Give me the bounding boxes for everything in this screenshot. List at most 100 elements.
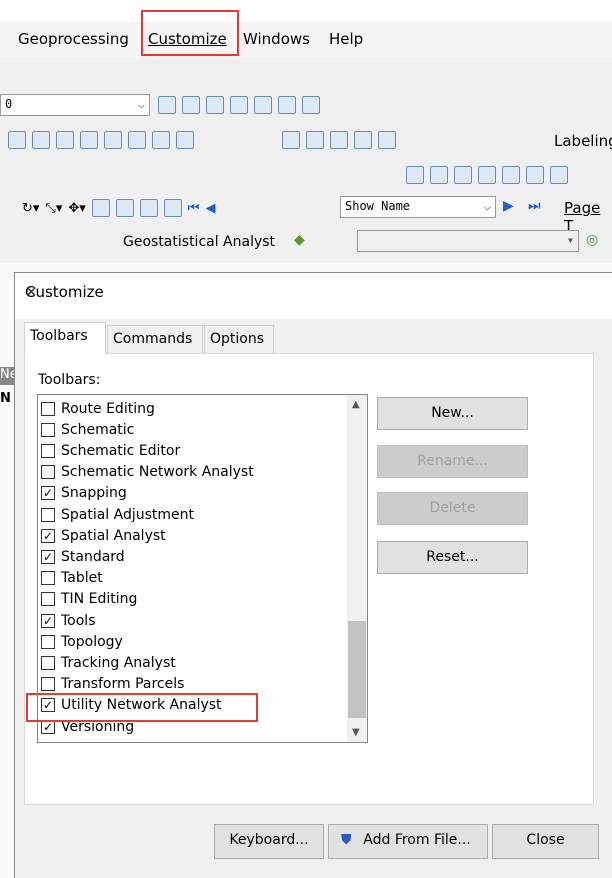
list-item[interactable]: Tablet [41,568,103,589]
list-item[interactable]: ✓ Spatial Analyst [41,525,166,546]
rotate-icon[interactable]: ↻▾ [22,201,39,216]
checkbox[interactable] [41,443,55,458]
menu-windows[interactable]: Windows [243,30,310,48]
edit-icon[interactable] [158,96,176,114]
list-item[interactable]: Schematic Editor [41,440,180,461]
grid-icon[interactable] [163,199,182,217]
checkbox[interactable] [41,422,55,437]
draw-icon[interactable] [91,199,110,217]
checkbox[interactable]: ✓ [41,613,55,628]
list-item[interactable]: Schematic Network Analyst [41,462,254,483]
list-item[interactable]: Tracking Analyst [41,652,176,673]
toolbars-list[interactable]: Route Editing Schematic Schematic Editor Sc… [37,394,368,743]
checkbox[interactable] [41,465,55,480]
html-popup-icon[interactable] [32,131,50,149]
list-item[interactable]: Transform Parcels [41,674,184,695]
toolbox-icon[interactable] [254,96,272,114]
list-item[interactable]: ✓ Standard [41,546,125,567]
full-extent-icon[interactable] [478,166,496,184]
checkbox[interactable]: ✓ [41,486,55,501]
fixed-zoom-in-icon[interactable] [526,166,544,184]
scrollbar-thumb[interactable] [348,621,366,718]
fixed-zoom-out-icon[interactable] [550,166,568,184]
add-from-file-button[interactable]: ⛊ Add From File... [328,824,488,859]
pan-icon[interactable] [454,166,472,184]
checkbox[interactable] [41,571,55,586]
customize-highlight [141,10,239,56]
measure-bar-icon[interactable] [378,131,396,149]
zoom-out-icon[interactable] [430,166,448,184]
list-item[interactable]: TIN Editing [41,589,137,610]
checkbox[interactable]: ✓ [41,549,55,564]
resize-icon[interactable]: ⤡▾ [45,201,62,216]
list-item[interactable]: ✓ Snapping [41,483,127,504]
customize-dialog: Customize ✕ Toolbars Commands Options To… [14,272,612,878]
catalog-icon[interactable] [206,96,224,114]
empty-combo[interactable]: ▾ [357,230,579,252]
magnifier-icon[interactable] [176,131,194,149]
rename-button[interactable]: Rename... [377,445,528,478]
scroll-down-icon[interactable]: ▼ [352,727,360,738]
checkbox[interactable] [41,507,55,522]
delete-button[interactable]: Delete [377,492,528,525]
first-page-icon[interactable]: ⏮ [188,201,200,216]
menu-help[interactable]: Help [329,30,363,48]
goto-xy-icon[interactable] [128,131,146,149]
list-item-label: Spatial Adjustment [61,506,195,523]
scale-combo[interactable]: 0 ⌵ [0,94,150,116]
list-item[interactable]: Route Editing [41,398,155,419]
fingerprint-icon[interactable]: ◎ [586,232,598,248]
list-item-label: Route Editing [61,400,155,417]
list-item[interactable]: Schematic [41,419,134,440]
scrollbar[interactable]: ▲ ▼ [347,395,367,742]
toolbar-area: 0 ⌵ Labeling ↻▾ ⤡▾ ✥▾ ⏮ ◀ Show Name ⌵ ▶ ⏭ Pag… [0,58,612,263]
refresh-icon[interactable] [139,199,158,217]
keyboard-button[interactable]: Keyboard... [214,824,324,859]
zoom-100-icon[interactable] [502,166,520,184]
measure-icon[interactable] [56,131,74,149]
list-item[interactable]: ✓ Tools [41,610,96,631]
tab-toolbars[interactable]: Toolbars [24,322,106,354]
checkbox[interactable]: ✓ [41,528,55,543]
next-page-icon[interactable]: ▶ [503,198,514,214]
menu-geoprocessing[interactable]: Geoprocessing [18,30,129,48]
checkbox[interactable] [41,677,55,692]
model-icon[interactable] [302,96,320,114]
checkbox[interactable] [41,592,55,607]
close-icon[interactable]: ✕ [25,283,594,301]
new-button[interactable]: New... [377,397,528,430]
top-area [0,0,612,22]
find-icon[interactable] [80,131,98,149]
last-page-icon[interactable]: ⏭ [528,198,541,214]
list-item[interactable]: Spatial Adjustment [41,504,194,525]
tab-options[interactable]: Options [204,325,274,353]
move-icon[interactable]: ✥▾ [68,201,85,216]
toolbars-panel: Toolbars: Route Editing Schematic Schemati… [24,353,594,805]
close-button[interactable]: Close [492,824,599,859]
checkbox[interactable] [41,655,55,670]
traffic-light-red-icon[interactable] [330,131,348,149]
traffic-light-green-icon[interactable] [306,131,324,149]
reset-button[interactable]: Reset... [377,541,528,574]
page-field-combo[interactable]: Show Name ⌵ [340,196,496,218]
gem-icon[interactable]: ◆ [294,232,305,248]
list-item[interactable]: Topology [41,631,123,652]
previous-page-icon[interactable]: ◀ [205,201,215,216]
zoom-in-icon[interactable] [406,166,424,184]
geostatistical-analyst-menu[interactable]: Geostatistical Analyst [123,234,275,250]
table-view-icon[interactable] [282,131,300,149]
python-icon[interactable] [278,96,296,114]
checkbox[interactable] [41,401,55,416]
labeling-toolbar[interactable]: Labeling [554,132,612,150]
xy-icon[interactable] [354,131,372,149]
tab-commands[interactable]: Commands [107,325,203,353]
table-icon[interactable] [182,96,200,114]
time-slider-icon[interactable] [152,131,170,149]
checkbox[interactable] [41,634,55,649]
export-icon[interactable] [115,199,134,217]
search-icon[interactable] [230,96,248,114]
lightning-icon[interactable] [8,131,26,149]
route-icon[interactable] [104,131,122,149]
list-item-label: Tracking Analyst [61,654,176,671]
scroll-up-icon[interactable]: ▲ [352,399,360,410]
